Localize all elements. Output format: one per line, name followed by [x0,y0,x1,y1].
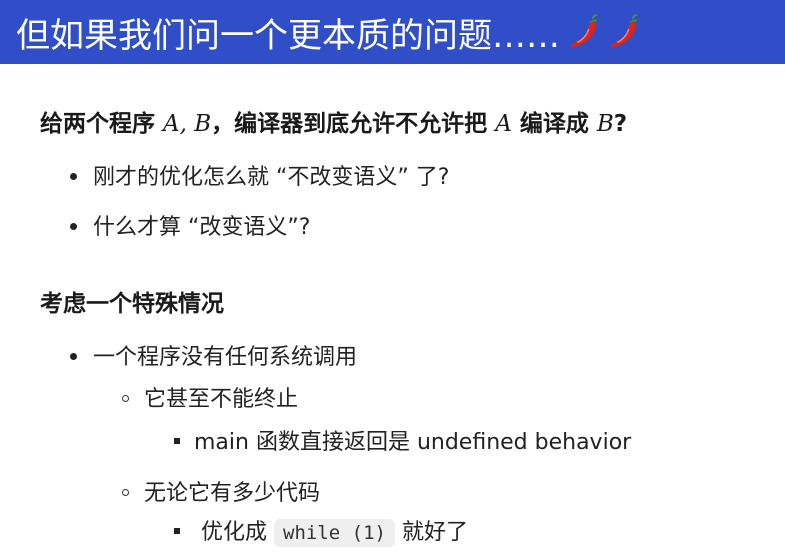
list-item: 一个程序没有任何系统调用 [70,339,357,371]
math-comma: , [179,111,195,137]
slide-title: 但如果我们问一个更本质的问题…… [16,15,560,56]
heading-text-1: 给两个程序 [40,111,164,137]
sub-list-item: 无论它有多少代码 [122,475,320,507]
slide: 但如果我们问一个更本质的问题…… 给两个程序 A, B，编译器到底允许不允许把 … [0,0,785,552]
heading-text-2: ，编译器到底允许不允许把 [211,111,496,137]
list-item: 刚才的优化怎么就 “不改变语义” 了? [70,159,449,191]
math-var-b: B [194,111,212,137]
chili-pepper-icon [610,13,638,48]
math-var-a-2: A [495,111,512,137]
chili-pepper-icon [570,13,598,48]
question-heading: 给两个程序 A, B，编译器到底允许不允许把 A 编译成 B? [40,104,627,138]
title-bar: 但如果我们问一个更本质的问题…… [0,0,785,64]
sub-list-item: 它甚至不能终止 [122,381,298,413]
item-text-pre: 优化成 [201,520,268,545]
heading-text-3: 编译成 [511,111,597,137]
inline-code: while (1) [274,519,395,547]
math-var-a: A [163,111,180,137]
item-text-post: 就好了 [401,520,468,545]
math-var-b-2: B [596,111,614,137]
list-item: 什么才算 “改变语义”? [70,209,310,241]
heading-text-end: ? [613,111,628,137]
title-icons [564,12,644,52]
sub-sub-list-item: 优化成 while (1) 就好了 [174,514,468,547]
section-heading: 考虑一个特殊情况 [40,291,224,317]
sub-sub-list-item: main 函数直接返回是 undefined behavior [174,424,631,456]
